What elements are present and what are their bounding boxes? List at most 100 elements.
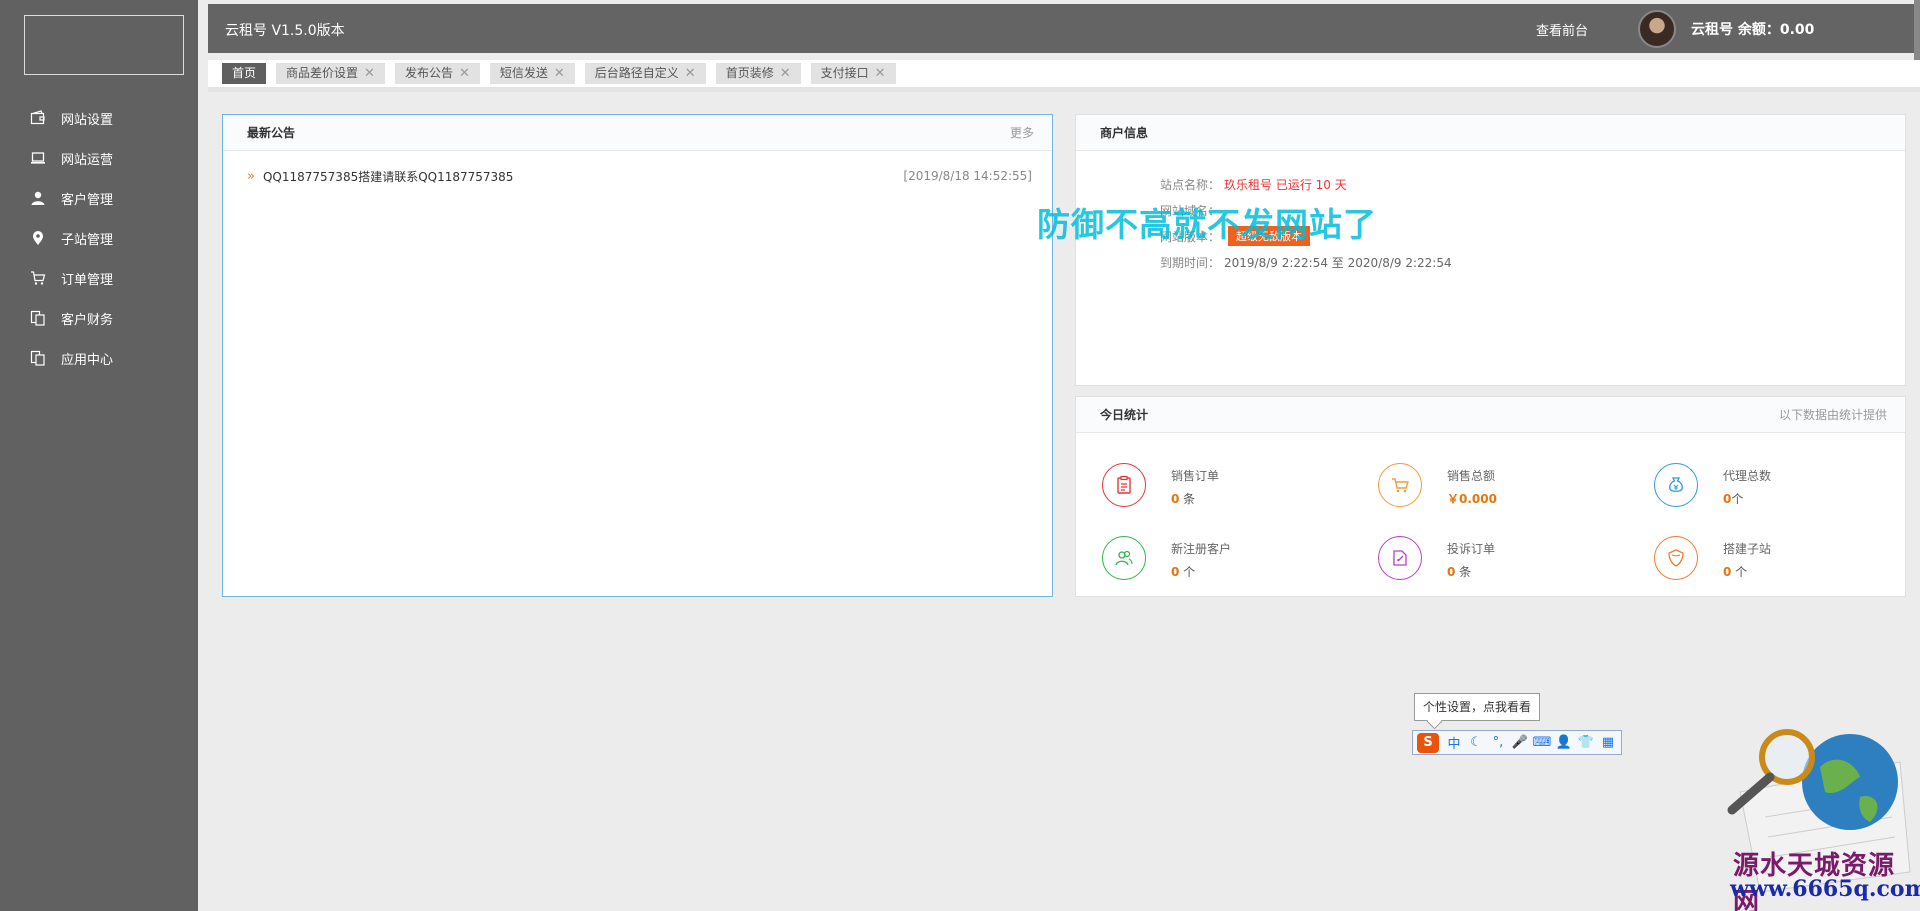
ime-tooltip[interactable]: 个性设置，点我看看: [1414, 693, 1541, 721]
stat-unit: 个: [1731, 492, 1744, 506]
users-icon: [1102, 536, 1146, 580]
expire-row: 到期时间： 2019/8/9 2:22:54 至 2020/8/9 2:22:5…: [1160, 249, 1452, 275]
stat-new-customers: 新注册客户 0 个: [1102, 536, 1231, 580]
tab-sms-send[interactable]: 短信发送 ✕: [489, 63, 575, 84]
panel-title: 今日统计: [1100, 408, 1149, 422]
moon-icon[interactable]: ☾: [1465, 732, 1487, 754]
today-stats-panel: 今日统计 以下数据由统计提供 销售订单 0 条 销售总额 ￥0.000 代理总数…: [1075, 396, 1906, 597]
sidebar-item-label: 订单管理: [61, 272, 114, 288]
sidebar-item-customer-finance[interactable]: 客户财务: [0, 298, 198, 338]
sidebar-item-site-settings[interactable]: 网站设置: [0, 98, 198, 138]
sidebar-item-label: 应用中心: [61, 352, 114, 368]
panel-title: 商户信息: [1100, 126, 1149, 140]
double-arrow-icon: »: [247, 168, 255, 184]
stats-note: 以下数据由统计提供: [1778, 408, 1887, 422]
copy-icon: [30, 310, 46, 326]
close-icon[interactable]: ✕: [459, 63, 470, 84]
close-icon[interactable]: ✕: [780, 63, 791, 84]
money-bag-icon: [1654, 463, 1698, 507]
sidebar-item-label: 子站管理: [61, 232, 114, 248]
overlay-text: 防御不高就不发网站了: [1037, 205, 1377, 244]
panel-title: 最新公告: [247, 126, 296, 140]
panel-header: 今日统计 以下数据由统计提供: [1076, 397, 1905, 433]
punctuation-icon[interactable]: °,: [1487, 732, 1509, 754]
user-icon[interactable]: 👤: [1553, 732, 1575, 754]
tab-home-decoration[interactable]: 首页装修 ✕: [715, 63, 801, 84]
site-name-value: 玖乐租号 已运行 10 天: [1224, 177, 1347, 192]
close-icon[interactable]: ✕: [364, 63, 375, 84]
tab-label: 商品差价设置: [286, 66, 359, 80]
cart-icon: [1378, 463, 1422, 507]
close-icon[interactable]: ✕: [875, 63, 886, 84]
tab-bar: 首页 商品差价设置 ✕ 发布公告 ✕ 短信发送 ✕ 后台路径自定义 ✕ 首页装修 ✕ 支付…: [208, 60, 1920, 92]
view-frontend-link[interactable]: 查看前台: [1536, 20, 1588, 39]
wallet-icon: [30, 110, 46, 126]
stat-label: 投诉订单: [1447, 542, 1496, 556]
stat-complaint-orders: 投诉订单 0 条: [1378, 536, 1495, 580]
sogou-logo-icon[interactable]: S: [1417, 732, 1439, 753]
ime-toolbar: S 中 ☾ °, 🎤 ⌨ 👤 👕 ▦: [1412, 730, 1622, 755]
stat-label: 销售总额: [1447, 469, 1496, 483]
stat-sales-total: 销售总额 ￥0.000: [1378, 463, 1497, 507]
sidebar: 网站设置 网站运营 客户管理 子站管理 订单管理 客户财务 应用中心: [0, 0, 198, 911]
sidebar-menu: 网站设置 网站运营 客户管理 子站管理 订单管理 客户财务 应用中心: [0, 98, 198, 378]
app-title: 云租号 V1.5.0版本: [225, 23, 345, 39]
balance-value: 0.00: [1779, 22, 1815, 38]
top-header: 云租号 V1.5.0版本 查看前台 云租号 余额：0.00: [208, 4, 1920, 53]
stat-unit: 条: [1455, 565, 1472, 579]
notice-time: [2019/8/18 14:52:55]: [903, 169, 1032, 183]
more-link[interactable]: 更多: [1010, 124, 1034, 141]
stat-unit: 条: [1179, 492, 1196, 506]
stat-label: 搭建子站: [1723, 542, 1772, 556]
keyboard-icon[interactable]: ⌨: [1531, 732, 1553, 754]
list-item[interactable]: » QQ1187757385搭建请联系QQ1187757385 [2019/8/…: [247, 166, 1032, 186]
sidebar-item-customer-management[interactable]: 客户管理: [0, 178, 198, 218]
account-balance: 云租号 余额：0.00: [1691, 19, 1814, 39]
tab-label: 支付接口: [820, 66, 869, 80]
user-icon: [30, 190, 46, 206]
tab-label: 首页: [232, 66, 257, 80]
shield-icon: [1654, 536, 1698, 580]
cart-icon: [30, 270, 46, 286]
laptop-icon: [30, 150, 46, 166]
tab-price-diff-settings[interactable]: 商品差价设置 ✕: [276, 63, 385, 84]
microphone-icon[interactable]: 🎤: [1509, 732, 1531, 754]
stat-label: 代理总数: [1723, 469, 1772, 483]
chinese-mode-button[interactable]: 中: [1443, 732, 1465, 754]
tab-home[interactable]: 首页: [222, 63, 267, 84]
expire-label: 到期时间：: [1160, 255, 1221, 270]
copy-icon: [30, 350, 46, 366]
sidebar-item-site-operation[interactable]: 网站运营: [0, 138, 198, 178]
sidebar-item-label: 客户财务: [61, 312, 114, 328]
stat-sales-orders: 销售订单 0 条: [1102, 463, 1219, 507]
stat-unit: 个: [1731, 565, 1748, 579]
panel-header: 最新公告 更多: [223, 115, 1052, 151]
stat-label: 新注册客户: [1171, 542, 1232, 556]
tab-payment-interface[interactable]: 支付接口 ✕: [810, 63, 896, 84]
merchant-info-panel: 商户信息 站点名称： 玖乐租号 已运行 10 天 网站域名： 网站版本： 超级无…: [1075, 114, 1906, 386]
site-name-label: 站点名称：: [1160, 177, 1221, 192]
watermark-site-url: www.6665q.com: [1730, 876, 1920, 902]
sidebar-item-app-center[interactable]: 应用中心: [0, 338, 198, 378]
tab-label: 首页装修: [725, 66, 774, 80]
location-pin-icon: [30, 230, 46, 246]
clipboard-icon: [1102, 463, 1146, 507]
close-icon[interactable]: ✕: [685, 63, 696, 84]
tab-publish-notice[interactable]: 发布公告 ✕: [394, 63, 480, 84]
tab-label: 发布公告: [404, 66, 453, 80]
grid-icon[interactable]: ▦: [1597, 732, 1619, 754]
shirt-icon[interactable]: 👕: [1575, 732, 1597, 754]
sidebar-item-substation-management[interactable]: 子站管理: [0, 218, 198, 258]
notice-title[interactable]: QQ1187757385搭建请联系QQ1187757385: [263, 168, 513, 185]
site-name-row: 站点名称： 玖乐租号 已运行 10 天: [1160, 171, 1452, 197]
stat-value: ￥0.000: [1447, 492, 1497, 506]
avatar[interactable]: [1638, 10, 1676, 48]
close-icon[interactable]: ✕: [554, 63, 565, 84]
tab-admin-path[interactable]: 后台路径自定义 ✕: [584, 63, 706, 84]
logo-placeholder: [24, 15, 184, 75]
stat-unit: 个: [1179, 565, 1196, 579]
tab-label: 短信发送: [499, 66, 548, 80]
tab-label: 后台路径自定义: [594, 66, 679, 80]
stat-sub-sites: 搭建子站 0 个: [1654, 536, 1771, 580]
sidebar-item-order-management[interactable]: 订单管理: [0, 258, 198, 298]
